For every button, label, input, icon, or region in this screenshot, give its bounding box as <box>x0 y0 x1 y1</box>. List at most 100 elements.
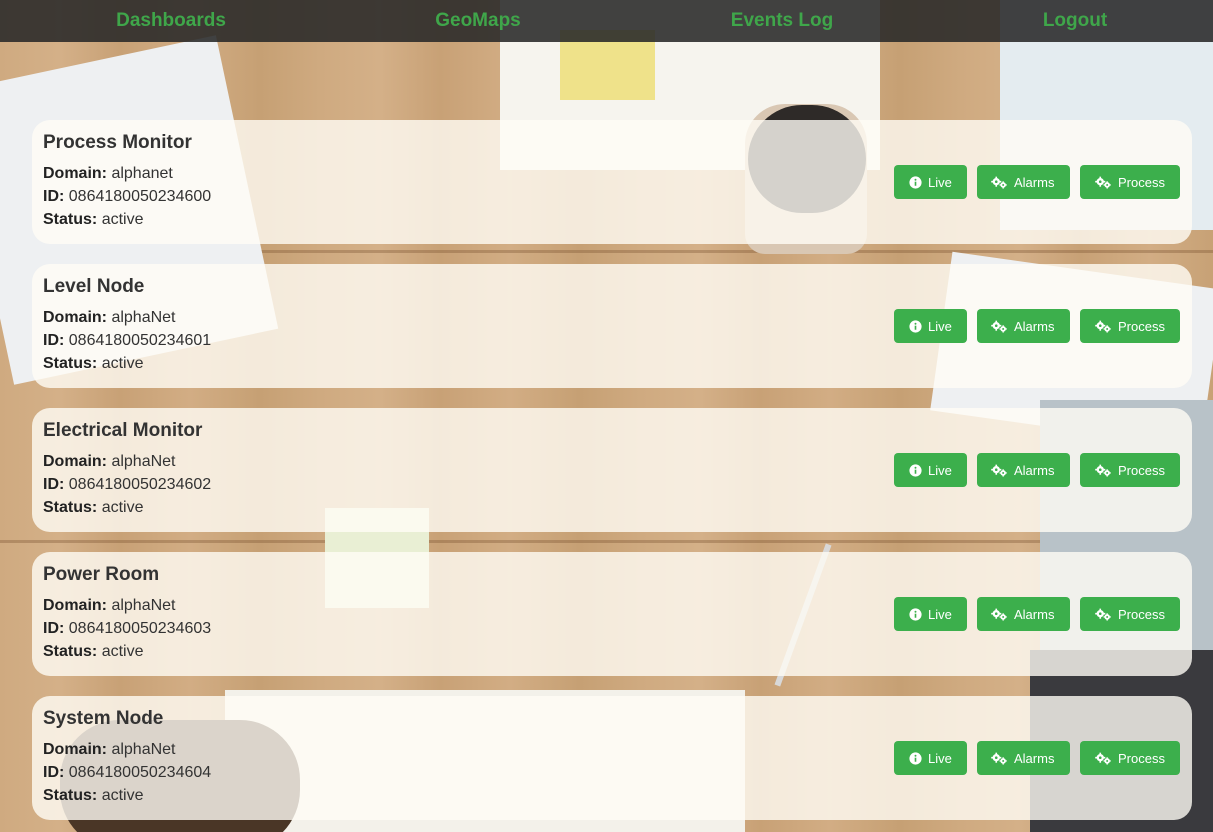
status-value: active <box>101 787 144 804</box>
device-card: System Node Domain: alphaNet ID: 0864180… <box>32 696 1192 820</box>
process-button[interactable]: Process <box>1080 165 1180 199</box>
id-label: ID: <box>43 332 65 349</box>
gears-icon <box>991 608 1008 621</box>
device-card: Level Node Domain: alphaNet ID: 08641800… <box>32 264 1192 388</box>
domain-row: Domain: alphaNet <box>43 306 211 329</box>
gears-icon <box>1095 176 1112 189</box>
domain-value: alphaNet <box>111 453 176 470</box>
info-circle-icon <box>909 463 922 477</box>
gears-icon <box>991 752 1008 765</box>
domain-label: Domain: <box>43 741 107 758</box>
domain-value: alphanet <box>111 165 173 182</box>
id-row: ID: 0864180050234604 <box>43 761 211 784</box>
domain-row: Domain: alphaNet <box>43 738 211 761</box>
device-name: Level Node <box>43 276 145 297</box>
process-button-label: Process <box>1118 174 1165 190</box>
alarms-button[interactable]: Alarms <box>977 453 1070 487</box>
status-label: Status: <box>43 211 98 228</box>
device-info: Electrical Monitor Domain: alphaNet ID: … <box>43 420 211 519</box>
info-circle-icon <box>909 319 922 333</box>
alarms-button[interactable]: Alarms <box>977 309 1070 343</box>
status-row: Status: active <box>43 496 211 519</box>
info-circle-icon <box>909 175 922 189</box>
device-info: Power Room Domain: alphaNet ID: 08641800… <box>43 564 211 663</box>
domain-value: alphaNet <box>111 741 176 758</box>
alarms-button-label: Alarms <box>1014 318 1055 334</box>
nav-geomaps-link[interactable]: GeoMaps <box>435 0 521 42</box>
alarms-button-label: Alarms <box>1014 462 1055 478</box>
status-value: active <box>101 355 144 372</box>
device-card: Process Monitor Domain: alphanet ID: 086… <box>32 120 1192 244</box>
live-button-label: Live <box>928 606 952 622</box>
device-name: Power Room <box>43 564 160 585</box>
gears-icon <box>991 176 1008 189</box>
device-actions: Live Alarms Process <box>894 453 1180 487</box>
id-value: 0864180050234603 <box>68 620 212 637</box>
status-label: Status: <box>43 643 98 660</box>
live-button[interactable]: Live <box>894 453 967 487</box>
id-value: 0864180050234601 <box>68 332 212 349</box>
status-value: active <box>101 643 144 660</box>
domain-label: Domain: <box>43 309 107 326</box>
id-label: ID: <box>43 188 65 205</box>
alarms-button-label: Alarms <box>1014 606 1055 622</box>
status-label: Status: <box>43 499 98 516</box>
id-value: 0864180050234602 <box>68 476 212 493</box>
gears-icon <box>1095 320 1112 333</box>
live-button[interactable]: Live <box>894 597 967 631</box>
live-button-label: Live <box>928 318 952 334</box>
device-info: Level Node Domain: alphaNet ID: 08641800… <box>43 276 211 375</box>
alarms-button-label: Alarms <box>1014 174 1055 190</box>
domain-row: Domain: alphanet <box>43 162 211 185</box>
nav-logout-link[interactable]: Logout <box>1043 0 1107 42</box>
status-row: Status: active <box>43 208 211 231</box>
device-name: Electrical Monitor <box>43 420 203 441</box>
domain-value: alphaNet <box>111 597 176 614</box>
domain-label: Domain: <box>43 597 107 614</box>
id-label: ID: <box>43 764 65 781</box>
process-button-label: Process <box>1118 462 1165 478</box>
device-name: System Node <box>43 708 164 729</box>
alarms-button[interactable]: Alarms <box>977 165 1070 199</box>
device-name: Process Monitor <box>43 132 192 153</box>
process-button[interactable]: Process <box>1080 453 1180 487</box>
nav-events-log-link[interactable]: Events Log <box>731 0 833 42</box>
id-value: 0864180050234600 <box>68 188 212 205</box>
id-value: 0864180050234604 <box>68 764 212 781</box>
process-button[interactable]: Process <box>1080 309 1180 343</box>
device-info: Process Monitor Domain: alphanet ID: 086… <box>43 132 211 231</box>
status-value: active <box>101 499 144 516</box>
gears-icon <box>1095 752 1112 765</box>
id-row: ID: 0864180050234601 <box>43 329 211 352</box>
domain-label: Domain: <box>43 165 107 182</box>
status-label: Status: <box>43 355 98 372</box>
process-button[interactable]: Process <box>1080 741 1180 775</box>
gears-icon <box>991 320 1008 333</box>
gears-icon <box>1095 608 1112 621</box>
alarms-button[interactable]: Alarms <box>977 741 1070 775</box>
live-button[interactable]: Live <box>894 741 967 775</box>
process-button[interactable]: Process <box>1080 597 1180 631</box>
id-row: ID: 0864180050234600 <box>43 185 211 208</box>
live-button[interactable]: Live <box>894 309 967 343</box>
domain-row: Domain: alphaNet <box>43 594 211 617</box>
gears-icon <box>991 464 1008 477</box>
status-row: Status: active <box>43 640 211 663</box>
domain-value: alphaNet <box>111 309 176 326</box>
top-navbar: Dashboards GeoMaps Events Log Logout <box>0 0 1213 42</box>
live-button-label: Live <box>928 174 952 190</box>
info-circle-icon <box>909 607 922 621</box>
device-actions: Live Alarms Process <box>894 741 1180 775</box>
id-label: ID: <box>43 476 65 493</box>
status-label: Status: <box>43 787 98 804</box>
device-actions: Live Alarms Process <box>894 309 1180 343</box>
live-button[interactable]: Live <box>894 165 967 199</box>
process-button-label: Process <box>1118 318 1165 334</box>
nav-dashboards-link[interactable]: Dashboards <box>116 0 226 42</box>
alarms-button[interactable]: Alarms <box>977 597 1070 631</box>
live-button-label: Live <box>928 750 952 766</box>
alarms-button-label: Alarms <box>1014 750 1055 766</box>
id-row: ID: 0864180050234603 <box>43 617 211 640</box>
domain-label: Domain: <box>43 453 107 470</box>
device-actions: Live Alarms Process <box>894 597 1180 631</box>
